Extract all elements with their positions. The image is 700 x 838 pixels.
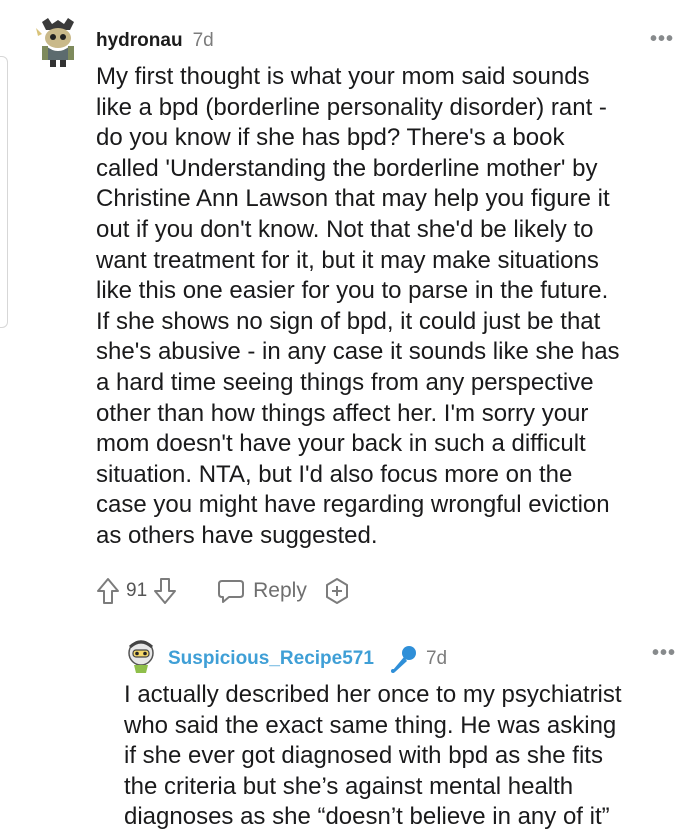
microphone-icon	[388, 644, 418, 674]
comment: hydronau 7d ••• My first thought is what…	[0, 0, 700, 620]
comment-line: case you might have regarding wrongful e…	[96, 491, 610, 519]
comment-timestamp: 7d	[192, 30, 214, 51]
reply-meta: Suspicious_Recipe571 7d	[168, 644, 447, 674]
comment-line: situation. NTA, but I'd also focus more …	[96, 460, 573, 488]
plus-badge-icon[interactable]	[323, 577, 351, 605]
reply-label: Reply	[253, 579, 307, 602]
chat-bubble-icon	[218, 580, 245, 603]
reply-comment: Suspicious_Recipe571 7d ••• I actually d…	[0, 620, 700, 838]
comment-line: want treatment for it, but it may make s…	[96, 246, 599, 274]
more-options-icon[interactable]: •••	[650, 28, 674, 51]
reply-timestamp: 7d	[425, 648, 448, 669]
vote-score: 91	[126, 580, 148, 601]
comment-line: other than how things affect her. I'm so…	[96, 399, 589, 427]
comment-line: My first thought is what your mom said s…	[96, 63, 590, 90]
avatar[interactable]	[34, 16, 82, 68]
comment-line: Christine Ann Lawson that may help you f…	[96, 185, 610, 213]
comment-line: like a bpd (borderline personality disor…	[96, 93, 607, 121]
comment-line: out if you don't know. Not that she'd be…	[96, 215, 594, 243]
reply-body: I actually described her once to my psyc…	[124, 680, 684, 833]
reply-line: who said the exact same thing. He was as…	[124, 711, 617, 739]
comment-meta: hydronau 7d	[96, 30, 214, 52]
comment-body: My first thought is what your mom said s…	[96, 62, 676, 552]
comment-line: she's abusive - in any case it sounds li…	[96, 338, 620, 366]
comment-line: like this one easier for you to parse in…	[96, 277, 609, 305]
reply-button[interactable]: Reply	[217, 578, 307, 604]
comment-actions: 91 Reply	[96, 574, 351, 608]
comment-line: If she shows no sign of bpd, it could ju…	[96, 307, 601, 335]
comment-line: a hard time seeing things from any persp…	[96, 368, 594, 396]
arrow-up-icon[interactable]	[96, 577, 120, 605]
more-options-icon[interactable]: •••	[652, 642, 676, 665]
comment-line: as others have suggested.	[96, 521, 378, 549]
reply-line: the criteria but she’s against mental he…	[124, 772, 574, 800]
comment-line: called 'Understanding the borderline mot…	[96, 154, 598, 182]
comment-line: mom doesn't have your back in such a dif…	[96, 430, 586, 458]
comment-line: do you know if she has bpd? There's a bo…	[96, 124, 565, 152]
reply-author[interactable]: Suspicious_Recipe571	[168, 648, 374, 670]
reply-line: if she ever got diagnosed with bpd as sh…	[124, 742, 603, 770]
comment-author[interactable]: hydronau	[96, 30, 183, 52]
reply-line: I actually described her once to my psyc…	[124, 681, 622, 708]
reply-line: diagnoses as she “doesn’t believe in any…	[124, 803, 610, 831]
avatar[interactable]	[124, 638, 158, 674]
arrow-down-icon[interactable]	[153, 577, 177, 605]
